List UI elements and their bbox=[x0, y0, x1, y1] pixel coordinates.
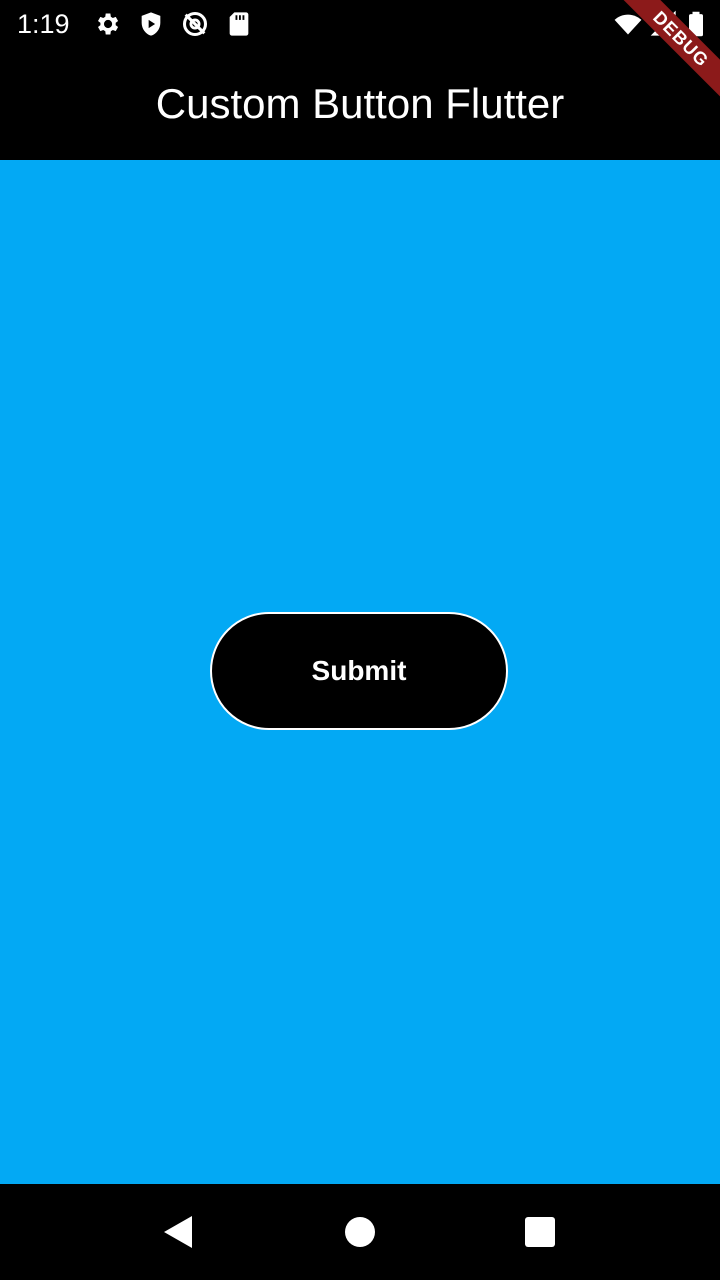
signal-icon bbox=[650, 10, 678, 38]
back-icon[interactable] bbox=[154, 1208, 202, 1256]
submit-button[interactable]: Submit bbox=[210, 612, 508, 730]
nav-bar bbox=[0, 1184, 720, 1280]
recents-icon[interactable] bbox=[516, 1208, 564, 1256]
page-title: Custom Button Flutter bbox=[155, 80, 565, 127]
play-protect-icon bbox=[137, 10, 165, 38]
app-bar: Custom Button Flutter bbox=[0, 48, 720, 160]
body-area: Submit bbox=[0, 160, 720, 1184]
status-bar: 1:19 bbox=[0, 0, 720, 48]
no-location-icon bbox=[181, 10, 209, 38]
status-time: 1:19 bbox=[17, 9, 70, 39]
gear-icon bbox=[93, 10, 121, 38]
submit-button-label: Submit bbox=[311, 655, 407, 686]
battery-icon bbox=[682, 10, 710, 38]
home-icon[interactable] bbox=[336, 1208, 384, 1256]
sd-card-icon bbox=[225, 10, 253, 38]
wifi-icon bbox=[614, 10, 642, 38]
